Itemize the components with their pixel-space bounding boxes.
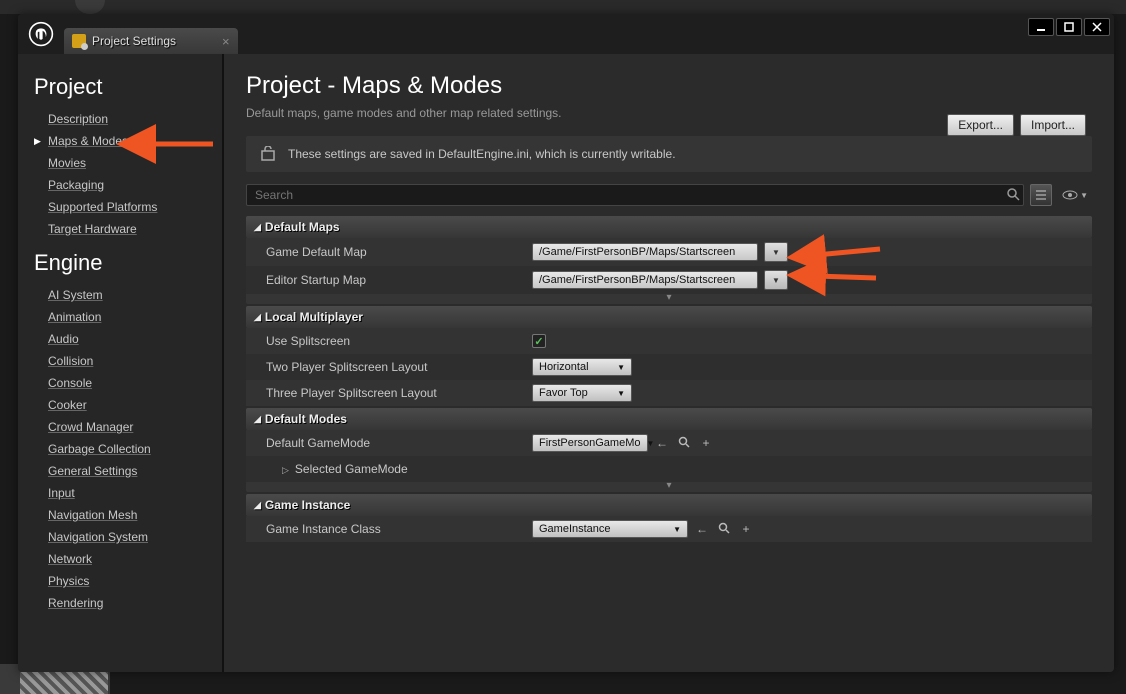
- expand-handle[interactable]: ▾: [246, 482, 1092, 492]
- tab-title: Project Settings: [92, 34, 176, 48]
- sidebar-item-general-settings[interactable]: General Settings: [34, 460, 222, 482]
- content-panel: Project - Maps & Modes Default maps, gam…: [224, 54, 1114, 672]
- use-splitscreen-checkbox[interactable]: [532, 334, 546, 348]
- sidebar-item-animation[interactable]: Animation: [34, 306, 222, 328]
- use-selected-icon[interactable]: ←: [654, 436, 670, 450]
- project-settings-window: Project Settings × Project Description M…: [18, 14, 1114, 672]
- visibility-button[interactable]: ▼: [1058, 189, 1092, 201]
- section-header-default-maps[interactable]: ◢Default Maps: [246, 216, 1092, 238]
- section-header-local-multiplayer[interactable]: ◢Local Multiplayer: [246, 306, 1092, 328]
- tab-close-icon[interactable]: ×: [222, 34, 230, 49]
- two-player-layout-dropdown[interactable]: Horizontal▼: [532, 358, 632, 376]
- sidebar-item-movies[interactable]: Movies: [34, 152, 222, 174]
- sidebar-item-crowd-manager[interactable]: Crowd Manager: [34, 416, 222, 438]
- browse-icon[interactable]: [716, 522, 732, 537]
- label-default-gamemode: Default GameMode: [262, 436, 532, 450]
- list-view-button[interactable]: [1030, 184, 1052, 206]
- sidebar-item-ai-system[interactable]: AI System: [34, 284, 222, 306]
- label-game-default-map: Game Default Map: [262, 245, 532, 259]
- tab-project-settings[interactable]: Project Settings ×: [64, 28, 238, 54]
- sidebar[interactable]: Project Description Maps & Modes Movies …: [18, 54, 224, 672]
- writable-icon: [260, 146, 276, 162]
- section-header-default-modes[interactable]: ◢Default Modes: [246, 408, 1092, 430]
- browse-icon[interactable]: [676, 436, 692, 451]
- maximize-button[interactable]: [1056, 18, 1082, 36]
- add-icon[interactable]: +: [698, 436, 714, 450]
- titlebar: Project Settings ×: [18, 14, 1114, 54]
- sidebar-item-maps-modes[interactable]: Maps & Modes: [34, 130, 222, 152]
- game-default-map-value[interactable]: /Game/FirstPersonBP/Maps/Startscreen: [532, 243, 758, 261]
- category-header-project: Project: [34, 74, 222, 100]
- default-gamemode-dropdown[interactable]: FirstPersonGameMo▼: [532, 434, 648, 452]
- label-three-player-layout: Three Player Splitscreen Layout: [262, 386, 532, 400]
- info-bar: These settings are saved in DefaultEngin…: [246, 136, 1092, 172]
- section-title: Game Instance: [265, 498, 350, 512]
- section-title: Default Modes: [265, 412, 347, 426]
- editor-startup-map-value[interactable]: /Game/FirstPersonBP/Maps/Startscreen: [532, 271, 758, 289]
- category-header-engine: Engine: [34, 250, 222, 276]
- sidebar-item-collision[interactable]: Collision: [34, 350, 222, 372]
- label-editor-startup-map: Editor Startup Map: [262, 273, 532, 287]
- sidebar-item-input[interactable]: Input: [34, 482, 222, 504]
- sidebar-item-target-hardware[interactable]: Target Hardware: [34, 218, 222, 240]
- sidebar-item-cooker[interactable]: Cooker: [34, 394, 222, 416]
- sidebar-item-console[interactable]: Console: [34, 372, 222, 394]
- import-button[interactable]: Import...: [1020, 114, 1086, 136]
- add-icon[interactable]: +: [738, 522, 754, 536]
- label-game-instance-class: Game Instance Class: [262, 522, 532, 536]
- section-title: Local Multiplayer: [265, 310, 363, 324]
- game-instance-class-dropdown[interactable]: GameInstance▼: [532, 520, 688, 538]
- game-default-map-dropdown[interactable]: ▼: [764, 242, 788, 262]
- search-input[interactable]: [246, 184, 1024, 206]
- three-player-layout-dropdown[interactable]: Favor Top▼: [532, 384, 632, 402]
- sidebar-item-packaging[interactable]: Packaging: [34, 174, 222, 196]
- sidebar-item-description[interactable]: Description: [34, 108, 222, 130]
- minimize-button[interactable]: [1028, 18, 1054, 36]
- sidebar-item-audio[interactable]: Audio: [34, 328, 222, 350]
- section-header-game-instance[interactable]: ◢Game Instance: [246, 494, 1092, 516]
- sidebar-item-navigation-system[interactable]: Navigation System: [34, 526, 222, 548]
- search-icon[interactable]: [1006, 187, 1020, 204]
- close-button[interactable]: [1084, 18, 1110, 36]
- use-selected-icon[interactable]: ←: [694, 522, 710, 536]
- label-two-player-layout: Two Player Splitscreen Layout: [262, 360, 532, 374]
- section-title: Default Maps: [265, 220, 340, 234]
- info-text: These settings are saved in DefaultEngin…: [288, 147, 676, 161]
- unreal-logo-icon: [28, 21, 54, 47]
- page-title: Project - Maps & Modes: [246, 72, 1092, 100]
- sidebar-item-navigation-mesh[interactable]: Navigation Mesh: [34, 504, 222, 526]
- sidebar-item-physics[interactable]: Physics: [34, 570, 222, 592]
- export-button[interactable]: Export...: [947, 114, 1014, 136]
- sidebar-item-garbage-collection[interactable]: Garbage Collection: [34, 438, 222, 460]
- editor-startup-map-dropdown[interactable]: ▼: [764, 270, 788, 290]
- sidebar-item-rendering[interactable]: Rendering: [34, 592, 222, 614]
- label-use-splitscreen: Use Splitscreen: [262, 334, 532, 348]
- sidebar-item-network[interactable]: Network: [34, 548, 222, 570]
- sidebar-item-supported-platforms[interactable]: Supported Platforms: [34, 196, 222, 218]
- settings-icon: [72, 34, 86, 48]
- expand-handle[interactable]: ▾: [246, 294, 1092, 304]
- label-selected-gamemode[interactable]: ▷Selected GameMode: [262, 462, 532, 476]
